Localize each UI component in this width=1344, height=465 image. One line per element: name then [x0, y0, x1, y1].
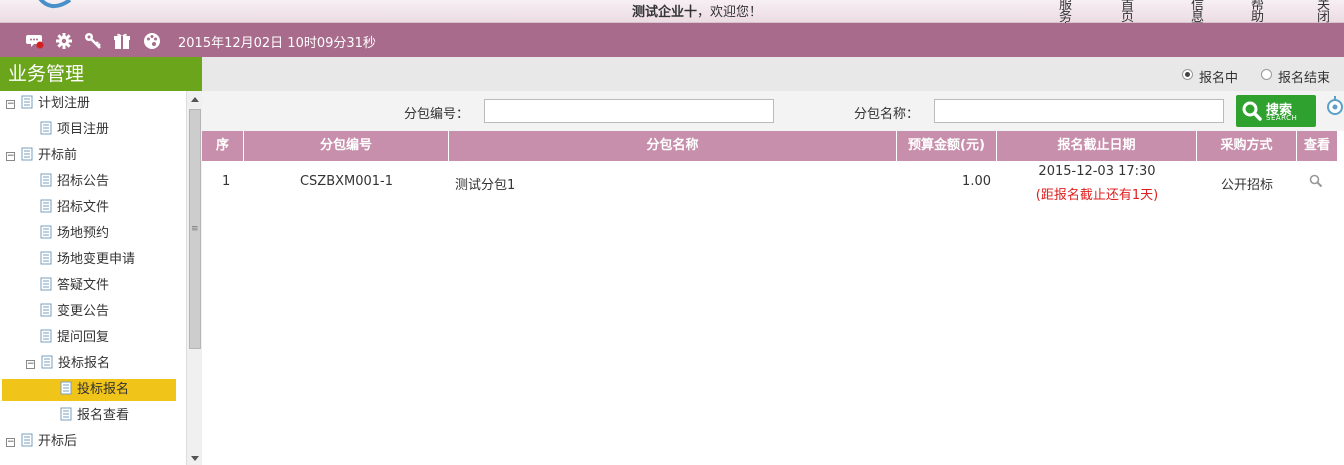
cell-deadline-note: (距报名截止还有1天) — [1035, 188, 1159, 203]
sidebar-item-label: 场地变更申请 — [57, 252, 136, 267]
sidebar-item-label: 投标报名 — [58, 356, 111, 371]
document-icon — [40, 199, 52, 213]
radio-registration-ended[interactable] — [1261, 69, 1272, 80]
scroll-down-icon[interactable] — [191, 456, 199, 461]
cell-package-name: 测试分包1 — [455, 178, 516, 193]
radio-registration-ended-label[interactable]: 报名结束 — [1278, 67, 1330, 86]
document-icon — [40, 225, 52, 239]
sidebar-item[interactable]: 招标公告 — [40, 171, 109, 193]
sidebar-item[interactable]: 答疑文件 — [40, 275, 109, 297]
document-icon — [40, 251, 52, 265]
message-icon[interactable] — [26, 32, 44, 50]
search-icon — [1242, 101, 1262, 121]
company-name: 测试企业十 — [632, 5, 698, 20]
package-name-label: 分包名称： — [854, 107, 920, 122]
sidebar-item-label: 答疑文件 — [57, 278, 110, 293]
radio-registering-label[interactable]: 报名中 — [1199, 67, 1238, 86]
sidebar-item[interactable]: 场地预约 — [40, 223, 109, 245]
sidebar-item[interactable]: − 开标前 — [6, 145, 77, 167]
cell-method: 公开招标 — [1220, 178, 1273, 193]
nav-home[interactable]: 首页 — [1121, 0, 1134, 24]
col-deadline: 报名截止日期 — [997, 131, 1197, 161]
sidebar-scrollbar[interactable]: ≡ — [186, 91, 202, 465]
status-filter-bar: 报名中 报名结束 — [202, 57, 1344, 91]
document-icon — [40, 121, 52, 135]
document-icon — [40, 277, 52, 291]
col-seq: 序 — [202, 131, 244, 161]
palette-icon[interactable] — [143, 32, 161, 50]
col-package-no: 分包编号 — [244, 131, 449, 161]
col-method: 采购方式 — [1197, 131, 1297, 161]
collapse-icon[interactable]: − — [26, 360, 35, 369]
welcome-text: 测试企业十，欢迎您！ — [632, 1, 762, 20]
book-icon — [21, 95, 33, 109]
cell-seq: 1 — [222, 174, 231, 189]
cell-deadline: 2015-12-03 17:30 — [1038, 164, 1156, 179]
book-icon — [21, 147, 33, 161]
key-icon[interactable] — [84, 32, 102, 50]
document-icon — [60, 407, 72, 421]
package-name-input[interactable] — [934, 99, 1224, 123]
sidebar-item[interactable]: 项目注册 — [40, 119, 109, 141]
sidebar-item-label: 招标公告 — [57, 174, 110, 189]
book-icon — [21, 433, 33, 447]
collapse-icon[interactable]: − — [6, 100, 15, 109]
document-icon — [40, 173, 52, 187]
magnifier-icon[interactable] — [1309, 174, 1323, 188]
nav-close[interactable]: 关闭 — [1317, 0, 1330, 24]
col-budget: 预算金额(元) — [897, 131, 997, 161]
sidebar-title: 业务管理 — [0, 57, 202, 91]
scroll-up-icon[interactable] — [191, 97, 199, 102]
sidebar-item[interactable]: 投标报名 — [2, 379, 176, 401]
search-bar: 分包编号： 分包名称： 搜索 SEARCH — [202, 91, 1344, 131]
sidebar-tree: − 计划注册项目注册 − 开标前招标公告招标文件场地预约场地变更申请 答疑文件变更公告提… — [0, 91, 186, 465]
col-package-name: 分包名称 — [449, 131, 897, 161]
sidebar-item[interactable]: 招标文件 — [40, 197, 109, 219]
table-row: 1 CSZBXM001-1 测试分包1 1.00 2015-12-03 17:3… — [202, 161, 1338, 207]
sidebar-item-label: 开标后 — [38, 434, 78, 449]
document-icon — [60, 381, 72, 395]
sidebar-item-label: 提问回复 — [57, 330, 110, 345]
package-no-input[interactable] — [484, 99, 774, 123]
greeting: ，欢迎您！ — [697, 5, 763, 20]
toolbar: 2015年12月02日 10时09分31秒 — [0, 23, 1344, 57]
radio-registering[interactable] — [1182, 69, 1193, 80]
document-icon — [40, 329, 52, 343]
gear-icon[interactable] — [55, 32, 73, 50]
sidebar-item-label: 计划注册 — [38, 96, 91, 111]
top-header: 测试企业十，欢迎您！ 服务大厅 首页 信息网 帮助 关闭 — [0, 0, 1344, 48]
sidebar-item-label: 报名查看 — [77, 408, 130, 423]
collapse-icon[interactable]: − — [6, 438, 15, 447]
sidebar-item-label: 项目注册 — [57, 122, 110, 137]
sidebar-item-label: 招标文件 — [57, 200, 110, 215]
book-icon — [41, 355, 53, 369]
col-view: 查看 — [1297, 131, 1338, 161]
sidebar-item[interactable]: 变更公告 — [40, 301, 109, 323]
package-no-label: 分包编号： — [404, 107, 470, 122]
cell-budget: 1.00 — [962, 174, 991, 189]
sidebar-item-label: 场地预约 — [57, 226, 110, 241]
sidebar-item[interactable]: 场地变更申请 — [40, 249, 135, 271]
scroll-grip-icon: ≡ — [191, 224, 199, 234]
sidebar-item[interactable]: − 计划注册 — [6, 93, 90, 115]
panel-toggle-icon[interactable] — [1326, 96, 1344, 118]
sidebar-item[interactable]: 报名查看 — [60, 405, 129, 427]
collapse-icon[interactable]: − — [6, 152, 15, 161]
nav-help[interactable]: 帮助 — [1251, 0, 1264, 24]
table-header: 序 分包编号 分包名称 预算金额(元) 报名截止日期 采购方式 查看 — [202, 131, 1338, 161]
gift-icon[interactable] — [113, 32, 131, 50]
sidebar-item-label: 变更公告 — [57, 304, 110, 319]
sidebar-item-label: 开标前 — [38, 148, 78, 163]
search-button[interactable]: 搜索 SEARCH — [1236, 95, 1316, 127]
search-button-sublabel: SEARCH — [1266, 114, 1298, 122]
sidebar-item[interactable]: − 投标报名 — [26, 353, 110, 375]
document-icon — [40, 303, 52, 317]
sidebar-item[interactable]: − 开标后 — [6, 431, 77, 453]
datetime-display: 2015年12月02日 10时09分31秒 — [178, 36, 376, 51]
cell-package-no: CSZBXM001-1 — [299, 174, 394, 189]
logo — [38, 0, 72, 8]
sidebar-item-label: 投标报名 — [77, 382, 130, 397]
sidebar-item[interactable]: 提问回复 — [40, 327, 109, 349]
